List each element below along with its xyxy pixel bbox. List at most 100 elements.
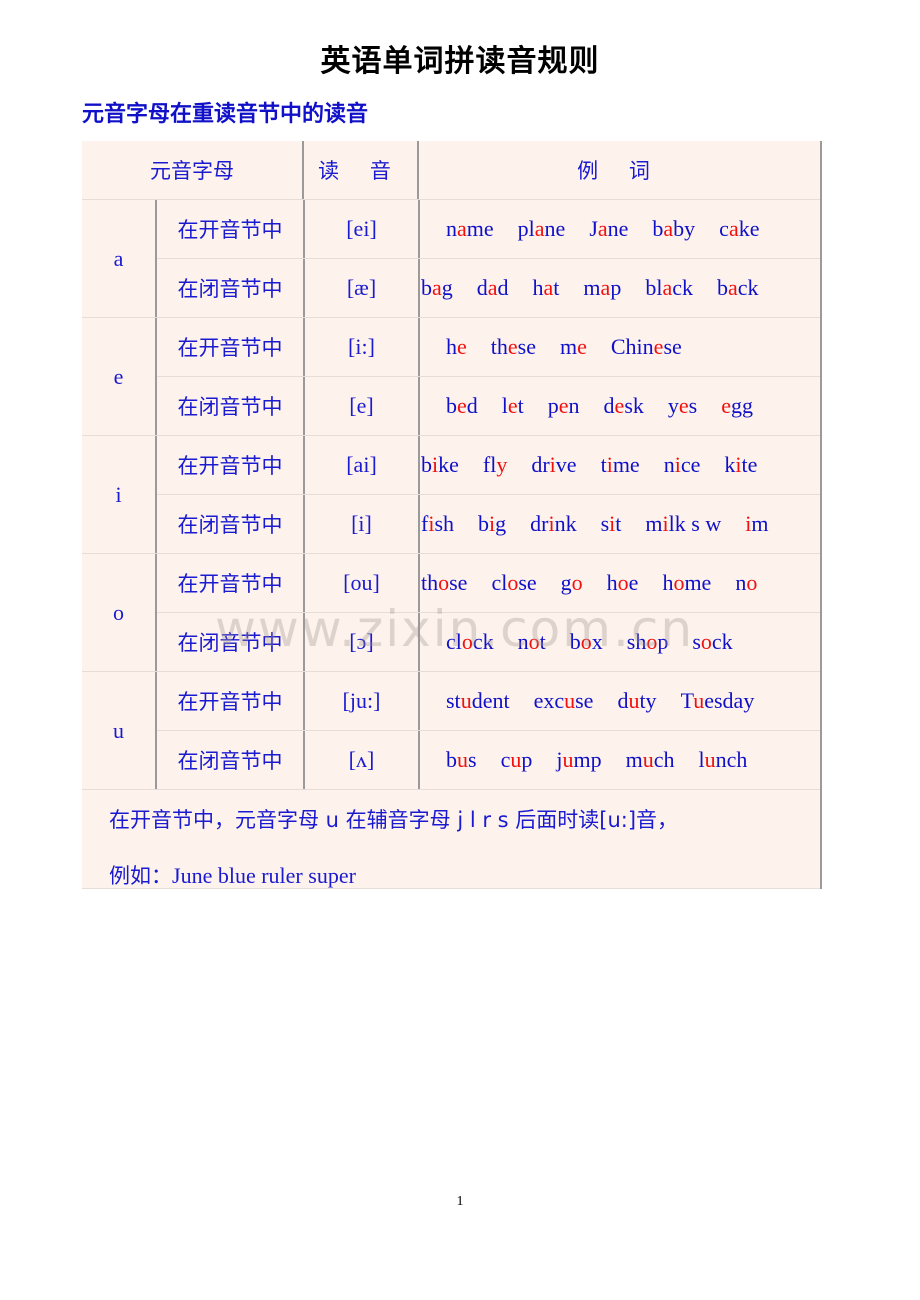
example-word: jump xyxy=(556,747,601,773)
example-word: bed xyxy=(446,393,478,419)
word-part: sh xyxy=(434,511,455,536)
example-words-cell: student excuse duty Tuesday xyxy=(420,672,820,730)
example-words: bag dad hat map black back xyxy=(420,275,783,301)
syllable-type: 在开音节中 xyxy=(157,200,305,258)
word-part: ck xyxy=(711,629,733,654)
word-part: t xyxy=(517,393,524,418)
word-part: J xyxy=(589,216,598,241)
example-words: student excuse duty Tuesday xyxy=(420,688,778,714)
phonetic-symbol: [ei] xyxy=(305,200,420,258)
word-part: s xyxy=(468,747,477,772)
example-words: bike fly drive time nice kite xyxy=(420,452,781,478)
vowel-group-u: u 在开音节中 [ju:] student excuse duty Tuesday 在闭音节中… xyxy=(82,672,820,790)
example-words-cell: bag dad hat map black back xyxy=(420,259,820,317)
page-number: 1 xyxy=(456,1194,464,1209)
highlighted-vowel: a xyxy=(487,275,498,300)
highlighted-vowel: o xyxy=(507,570,519,595)
example-word: egg xyxy=(721,393,753,419)
word-part: s xyxy=(600,511,610,536)
highlighted-vowel: a xyxy=(600,275,611,300)
vowel-group-rows: 在开音节中 [i:] he these me Chinese 在闭音节中 [e] bed let p… xyxy=(157,318,820,435)
highlighted-vowel: o xyxy=(617,570,629,595)
vowel-group-a: a 在开音节中 [ei] name plane Jane baby cake 在闭音节中 [æ] b… xyxy=(82,200,820,318)
vowel-letter: i xyxy=(82,436,157,553)
word-part: m xyxy=(625,747,643,772)
example-word: box xyxy=(570,629,603,655)
example-word: map xyxy=(583,275,621,301)
example-word: back xyxy=(717,275,759,301)
word-part: esday xyxy=(704,688,755,713)
word-part: x xyxy=(591,629,603,654)
highlighted-vowel: o xyxy=(700,629,712,654)
example-word: hoe xyxy=(607,570,639,596)
word-part: ck xyxy=(472,629,494,654)
example-word: nice xyxy=(664,452,701,478)
word-part: b xyxy=(716,275,728,300)
word-part: b xyxy=(652,216,664,241)
word-part: m xyxy=(645,511,663,536)
table-row: 在开音节中 [ei] name plane Jane baby cake xyxy=(157,200,820,259)
example-words-cell: he these me Chinese xyxy=(420,318,820,376)
example-word: drive xyxy=(531,452,576,478)
highlighted-vowel: u xyxy=(510,747,522,772)
word-part: ne xyxy=(544,216,566,241)
example-word: clock xyxy=(446,629,494,655)
word-part: p xyxy=(521,747,533,772)
highlighted-vowel: a xyxy=(534,216,545,241)
word-part: bl xyxy=(217,863,235,888)
highlighted-vowel: o xyxy=(746,570,758,595)
example-word: duty xyxy=(617,688,656,714)
word-part: n xyxy=(663,452,675,477)
example-word: bag xyxy=(421,275,453,301)
table-row: 在开音节中 [ou] those close go hoe home no xyxy=(157,554,820,613)
highlighted-vowel: u xyxy=(642,747,654,772)
example-word: he xyxy=(446,334,467,360)
example-words-cell: fish big drink sit milk s w im xyxy=(420,495,820,553)
word-part: r xyxy=(261,863,269,888)
word-part: b xyxy=(478,511,490,536)
highlighted-vowel: a xyxy=(663,216,674,241)
word-part: y xyxy=(667,393,679,418)
phonetic-symbol: [æ] xyxy=(305,259,420,317)
example-word: sit xyxy=(601,511,622,537)
highlighted-vowel: u xyxy=(564,688,576,713)
word-part: sk xyxy=(624,393,644,418)
highlighted-vowel: u xyxy=(268,863,280,888)
example-word: plane xyxy=(518,216,566,242)
example-words: those close go hoe home no xyxy=(420,570,781,596)
highlighted-vowel: o xyxy=(571,570,583,595)
word-part: fl xyxy=(482,452,497,477)
word-part: c xyxy=(719,216,729,241)
word-part: d xyxy=(476,275,488,300)
table-row: 在闭音节中 [ɔ] clock not box shop sock xyxy=(157,613,820,671)
table-row: 在开音节中 [i:] he these me Chinese xyxy=(157,318,820,377)
word-part: t xyxy=(615,511,622,536)
highlighted-vowel: u xyxy=(562,747,574,772)
highlighted-vowel: o xyxy=(528,629,540,654)
example-word: black xyxy=(645,275,693,301)
word-part: n xyxy=(568,393,580,418)
example-word: blue xyxy=(218,863,256,888)
header-examples: 例 词 xyxy=(577,159,662,183)
table-note: 在开音节中，元音字母 u 在辅音字母 j l r s 后面时读[u:]音， 例如… xyxy=(82,790,820,889)
highlighted-vowel: u xyxy=(460,688,472,713)
word-part: g xyxy=(495,511,507,536)
word-part: n xyxy=(446,216,457,241)
example-word: ruler xyxy=(261,863,303,888)
vowel-group-e: e 在开音节中 [i:] he these me Chinese 在闭音节中 [e] bed let… xyxy=(82,318,820,436)
word-part: d xyxy=(617,688,629,713)
highlighted-vowel: u xyxy=(693,688,705,713)
phonetic-symbol: [ai] xyxy=(305,436,420,494)
word-part: gg xyxy=(730,393,753,418)
word-part: ty xyxy=(639,688,657,713)
word-part: n xyxy=(735,570,747,595)
word-part: h xyxy=(606,570,618,595)
word-part: ke xyxy=(738,216,760,241)
word-part: d xyxy=(466,393,478,418)
word-part: se xyxy=(449,570,468,595)
example-word: let xyxy=(502,393,524,419)
word-part: me xyxy=(612,452,640,477)
example-word: bike xyxy=(421,452,459,478)
example-word: big xyxy=(478,511,506,537)
example-word: not xyxy=(518,629,546,655)
